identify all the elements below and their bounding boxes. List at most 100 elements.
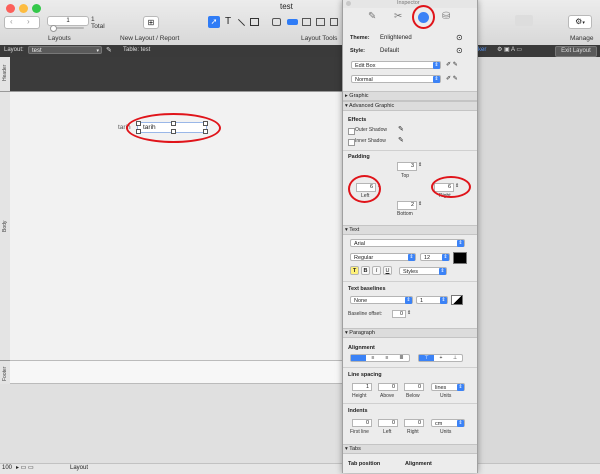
outer-shadow-label: Outer Shadow [355, 127, 387, 133]
view-toggle-a[interactable] [515, 15, 533, 26]
body-part-tab[interactable]: Body [0, 92, 10, 361]
indents-title: Indents [348, 408, 368, 414]
space-above-field[interactable]: 0 [378, 383, 398, 391]
outer-shadow-checkbox[interactable] [348, 128, 355, 135]
layout-select[interactable]: test ▾ [28, 46, 102, 54]
section-text[interactable]: ▾ Text [343, 225, 477, 235]
padding-top-field[interactable]: 3 [397, 162, 417, 171]
chevron-right-icon[interactable]: › [27, 17, 30, 26]
minimize-window-button[interactable] [19, 4, 28, 13]
field-picker-label[interactable]: ker [478, 47, 486, 53]
footer-part-tab[interactable]: Footer [0, 361, 10, 383]
styles-popup[interactable]: Styles ⇕ [399, 267, 447, 275]
footer-part[interactable] [10, 360, 343, 384]
layout-icons[interactable]: ⚙ ▣ A ▭ [497, 46, 522, 53]
font-size-combo[interactable]: 12 ⇕ [420, 253, 450, 261]
field-tool-icon[interactable] [272, 18, 281, 26]
line-units-value: lines [435, 385, 447, 391]
font-style-popup[interactable]: Regular ⇕ [350, 253, 416, 261]
style-popup-edit-box[interactable]: Edit Box ⇕ [351, 61, 441, 69]
valign-bottom-button[interactable]: ⊥ [448, 355, 462, 361]
button-tool-icon[interactable] [287, 19, 298, 25]
inspector-title: Inspector [397, 0, 420, 6]
underline-button[interactable]: U [383, 266, 392, 275]
text-tool-icon[interactable]: T [225, 16, 231, 27]
align-justify-button[interactable]: ≣ [394, 355, 409, 361]
header-part[interactable] [10, 57, 343, 91]
wrench-icons[interactable]: ✐ ✎ [446, 61, 458, 68]
data-tab-icon[interactable]: ⛁ [442, 11, 450, 22]
valign-top-button[interactable]: ⊤ [419, 355, 434, 361]
layout-canvas[interactable] [10, 57, 343, 383]
pointer-tool-icon[interactable]: ➚ [208, 16, 220, 28]
close-window-button[interactable] [6, 4, 15, 13]
baseline-offset-stepper[interactable]: ⇕ [407, 310, 411, 316]
padding-bottom-stepper[interactable]: ⇕ [418, 201, 422, 207]
padding-top-stepper[interactable]: ⇕ [418, 162, 422, 168]
padding-bottom-field[interactable]: 2 [397, 201, 417, 210]
position-tab-icon[interactable]: ✎ [368, 11, 376, 22]
baseline-style-popup[interactable]: None ⇕ [350, 296, 413, 304]
valign-center-button[interactable]: + [434, 355, 448, 361]
zoom-level[interactable]: 100 [2, 465, 12, 471]
align-left-button[interactable] [351, 355, 366, 361]
styles-tab-icon[interactable]: ✂ [394, 11, 402, 22]
text-color-well[interactable] [453, 252, 467, 264]
right-indent-field[interactable]: 0 [404, 419, 424, 427]
left-indent-field[interactable]: 0 [378, 419, 398, 427]
inner-shadow-label: Inner Shadow [355, 138, 386, 144]
state-popup-normal[interactable]: Normal ⇕ [351, 75, 441, 83]
align-right-button[interactable]: ≡ [380, 355, 394, 361]
line-units-popup[interactable]: lines ⇕ [431, 383, 465, 391]
layout-slider[interactable] [50, 25, 84, 32]
zoom-window-button[interactable] [32, 4, 41, 13]
style-menu-icon[interactable]: ⊙ [456, 46, 463, 55]
section-tabs[interactable]: ▾ Tabs [343, 444, 477, 454]
highlight-text-button[interactable]: T [350, 266, 359, 275]
rectangle-tool-icon[interactable] [250, 18, 259, 26]
disclosure-down-icon: ▾ [345, 227, 348, 233]
italic-button[interactable]: I [372, 266, 381, 275]
chevron-left-icon[interactable]: ‹ [10, 17, 13, 26]
pencil-icon[interactable]: ✎ [106, 46, 112, 54]
zoom-buttons[interactable]: ▸ ▭ ▭ [16, 464, 34, 471]
baseline-weight-combo[interactable]: 1 ⇕ [416, 296, 448, 304]
web-viewer-tool-icon[interactable] [330, 18, 338, 26]
baseline-offset-field[interactable]: 0 [392, 310, 406, 318]
part-divider [10, 91, 343, 92]
baseline-color-well[interactable] [451, 295, 463, 305]
inner-shadow-checkbox[interactable] [348, 139, 355, 146]
portal-tool-icon[interactable] [302, 18, 311, 26]
canvas-empty-area [0, 384, 343, 463]
chevron-updown-icon: ⇕ [457, 420, 464, 427]
section-advanced-graphic[interactable]: ▾ Advanced Graphic [343, 101, 477, 111]
space-below-field[interactable]: 0 [404, 383, 424, 391]
tab-control-tool-icon[interactable] [316, 18, 325, 26]
disclosure-down-icon: ▾ [345, 103, 348, 109]
inner-shadow-edit-icon[interactable]: ✎ [398, 136, 404, 144]
manage-button[interactable]: ⚙▾ [568, 15, 592, 29]
line-height-field[interactable]: 1 [352, 383, 372, 391]
header-part-tab[interactable]: Header [0, 57, 10, 92]
close-inspector-button[interactable] [346, 1, 351, 6]
font-popup[interactable]: Arial ⇕ [350, 239, 465, 247]
indent-units-popup[interactable]: cm ⇕ [431, 419, 465, 427]
left-indent-label: Left [383, 429, 392, 435]
bold-button[interactable]: B [361, 266, 370, 275]
section-graphic[interactable]: ▸ Graphic [343, 91, 477, 101]
chevron-updown-icon: ⇕ [440, 297, 447, 304]
outer-shadow-edit-icon[interactable]: ✎ [398, 125, 404, 133]
align-center-button[interactable]: ≡ [366, 355, 380, 361]
chevron-down-icon: ▾ [582, 20, 585, 26]
wrench-icons[interactable]: ✐ ✎ [446, 75, 458, 82]
section-paragraph[interactable]: ▾ Paragraph [343, 328, 477, 338]
body-part-label: Body [2, 220, 8, 232]
theme-menu-icon[interactable]: ⊙ [456, 33, 463, 42]
line-tool-icon[interactable] [237, 18, 246, 27]
first-line-indent-field[interactable]: 0 [352, 419, 372, 427]
text-baselines-title: Text baselines [348, 286, 386, 292]
new-layout-button[interactable]: ⊞ [143, 16, 159, 29]
exit-layout-button[interactable]: Exit Layout [555, 46, 597, 57]
font-size-value: 12 [424, 255, 431, 261]
slider-knob[interactable] [50, 25, 57, 32]
